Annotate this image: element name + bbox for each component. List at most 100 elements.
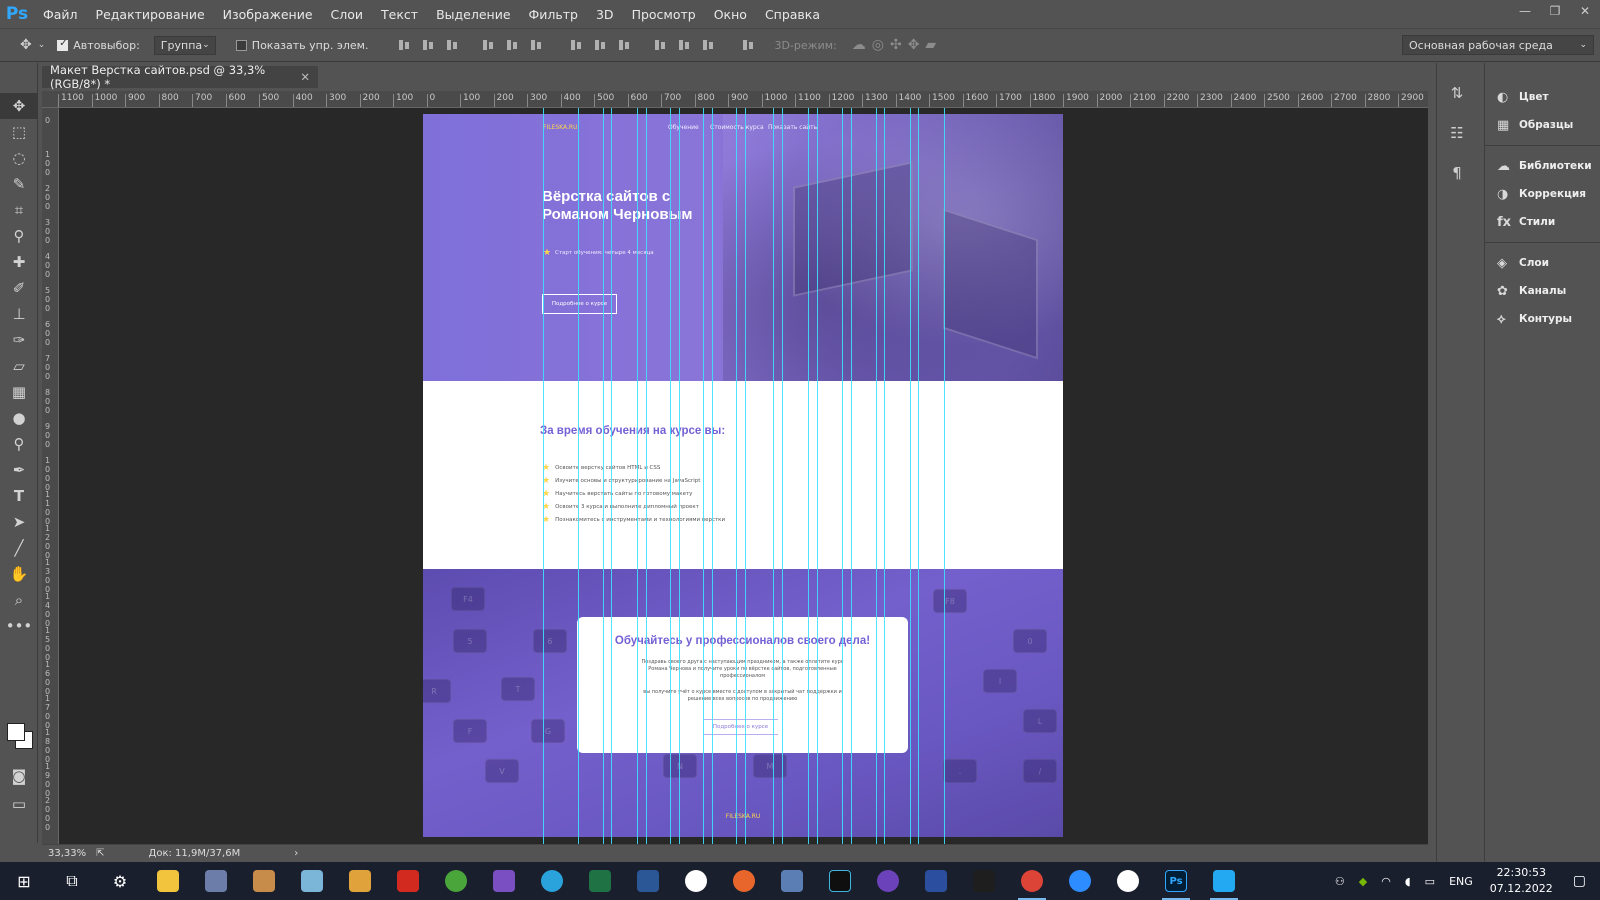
notepad-icon[interactable] xyxy=(288,862,336,900)
webstorm-icon[interactable] xyxy=(816,862,864,900)
close-icon[interactable]: ✕ xyxy=(300,70,310,84)
quick-mask-icon[interactable]: ◙ xyxy=(0,763,38,789)
distribute-bottom-icon[interactable] xyxy=(617,38,631,52)
language-indicator[interactable]: ENG xyxy=(1449,875,1473,888)
chrome-icon[interactable] xyxy=(1008,862,1056,900)
pen-tool-icon[interactable]: ✒ xyxy=(0,457,38,483)
guide-line[interactable] xyxy=(637,108,638,844)
acrobat-icon[interactable] xyxy=(384,862,432,900)
history-brush-tool-icon[interactable]: ✑ xyxy=(0,327,38,353)
panel-paths[interactable]: ⟡ Контуры xyxy=(1485,305,1600,333)
orbit-3d-icon[interactable]: ☁ xyxy=(852,37,866,53)
menu-edit[interactable]: Редактирование xyxy=(87,7,214,22)
show-transform-checkbox[interactable] xyxy=(235,39,247,51)
yandex-browser-icon[interactable] xyxy=(672,862,720,900)
guide-line[interactable] xyxy=(736,108,737,844)
history-panel-icon[interactable]: ⇅ xyxy=(1437,73,1477,113)
guide-line[interactable] xyxy=(773,108,774,844)
chevron-right-icon[interactable]: › xyxy=(294,848,298,859)
align-left-icon[interactable] xyxy=(481,38,495,52)
guide-line[interactable] xyxy=(808,108,809,844)
zoom-level[interactable]: 33,33% xyxy=(48,848,86,859)
guide-line[interactable] xyxy=(782,108,783,844)
figma-icon[interactable] xyxy=(960,862,1008,900)
healing-brush-tool-icon[interactable]: ✚ xyxy=(0,249,38,275)
move-tool-icon[interactable]: ✥ xyxy=(20,37,32,53)
guide-line[interactable] xyxy=(603,108,604,844)
export-icon[interactable]: ⇱ xyxy=(96,848,104,859)
foreground-color-swatch[interactable] xyxy=(7,723,25,741)
word-icon[interactable] xyxy=(624,862,672,900)
pan-3d-icon[interactable]: ✣ xyxy=(890,37,902,53)
distribute-top-icon[interactable] xyxy=(569,38,583,52)
align-top-icon[interactable] xyxy=(397,38,411,52)
lasso-tool-icon[interactable]: ◌ xyxy=(0,145,38,171)
menu-file[interactable]: Файл xyxy=(34,7,87,22)
auto-align-icon[interactable] xyxy=(741,38,755,52)
stamp-tool-icon[interactable]: ⊥ xyxy=(0,301,38,327)
panel-adjustments[interactable]: ◑ Коррекция xyxy=(1485,180,1600,208)
guide-line[interactable] xyxy=(910,108,911,844)
photoshop-taskbar-icon[interactable]: Ps xyxy=(1152,862,1200,900)
panel-libraries[interactable]: ☁ Библиотеки xyxy=(1485,152,1600,180)
utorrent-icon[interactable] xyxy=(432,862,480,900)
hand-tool-icon[interactable]: ✋ xyxy=(0,561,38,587)
minimize-icon[interactable]: — xyxy=(1510,0,1540,22)
guide-line[interactable] xyxy=(646,108,647,844)
align-right-icon[interactable] xyxy=(529,38,543,52)
file-explorer-icon[interactable] xyxy=(144,862,192,900)
menu-type[interactable]: Текст xyxy=(372,7,427,22)
menu-window[interactable]: Окно xyxy=(705,7,756,22)
settings-icon[interactable]: ⚙ xyxy=(96,862,144,900)
line-tool-icon[interactable]: ╱ xyxy=(0,535,38,561)
gradient-tool-icon[interactable]: ▦ xyxy=(0,379,38,405)
menu-3d[interactable]: 3D xyxy=(587,7,623,22)
properties-panel-icon[interactable]: ☷ xyxy=(1437,113,1477,153)
task-view-icon[interactable]: ⧉ xyxy=(48,862,96,900)
align-vcenter-icon[interactable] xyxy=(421,38,435,52)
distribute-vcenter-icon[interactable] xyxy=(593,38,607,52)
paragraph-panel-icon[interactable]: ¶ xyxy=(1437,153,1477,193)
restore-icon[interactable]: ❐ xyxy=(1540,0,1570,22)
guide-line[interactable] xyxy=(611,108,612,844)
eraser-tool-icon[interactable]: ▱ xyxy=(0,353,38,379)
guide-line[interactable] xyxy=(817,108,818,844)
excel-icon[interactable] xyxy=(576,862,624,900)
dodge-tool-icon[interactable]: ⚲ xyxy=(0,431,38,457)
camera-3d-icon[interactable]: ▰ xyxy=(925,37,936,53)
move-tool-icon[interactable]: ✥ xyxy=(0,93,38,119)
menu-view[interactable]: Просмотр xyxy=(623,7,705,22)
guide-line[interactable] xyxy=(712,108,713,844)
calculator-icon[interactable] xyxy=(192,862,240,900)
menu-filter[interactable]: Фильтр xyxy=(520,7,587,22)
menu-help[interactable]: Справка xyxy=(756,7,829,22)
guide-line[interactable] xyxy=(851,108,852,844)
align-bottom-icon[interactable] xyxy=(445,38,459,52)
marquee-tool-icon[interactable]: ⬚ xyxy=(0,119,38,145)
people-icon[interactable]: ⚇ xyxy=(1335,875,1345,888)
autoselect-select[interactable]: Группа ⌄ xyxy=(153,35,216,55)
more-tools-icon[interactable]: ••• xyxy=(0,613,38,639)
guide-line[interactable] xyxy=(703,108,704,844)
visual-studio-icon[interactable] xyxy=(480,862,528,900)
guide-line[interactable] xyxy=(876,108,877,844)
wifi-icon[interactable]: ◠ xyxy=(1381,875,1391,888)
type-tool-icon[interactable]: T xyxy=(0,483,38,509)
guide-line[interactable] xyxy=(944,108,945,844)
guide-line[interactable] xyxy=(578,108,579,844)
guide-line[interactable] xyxy=(679,108,680,844)
app-icon[interactable] xyxy=(336,862,384,900)
panel-swatches[interactable]: ▦ Образцы xyxy=(1485,111,1600,139)
path-select-tool-icon[interactable]: ➤ xyxy=(0,509,38,535)
paint-icon[interactable] xyxy=(240,862,288,900)
roll-3d-icon[interactable]: ◎ xyxy=(872,37,884,53)
panel-color[interactable]: ◐ Цвет xyxy=(1485,83,1600,111)
brush-tool-icon[interactable]: ✐ xyxy=(0,275,38,301)
guide-line[interactable] xyxy=(745,108,746,844)
nvidia-icon[interactable]: ◆ xyxy=(1359,875,1367,888)
remote-desktop-icon[interactable] xyxy=(768,862,816,900)
chevron-down-icon[interactable]: ⌄ xyxy=(38,40,46,50)
menu-layer[interactable]: Слои xyxy=(322,7,373,22)
firefox-icon[interactable] xyxy=(720,862,768,900)
slack-icon[interactable] xyxy=(1104,862,1152,900)
